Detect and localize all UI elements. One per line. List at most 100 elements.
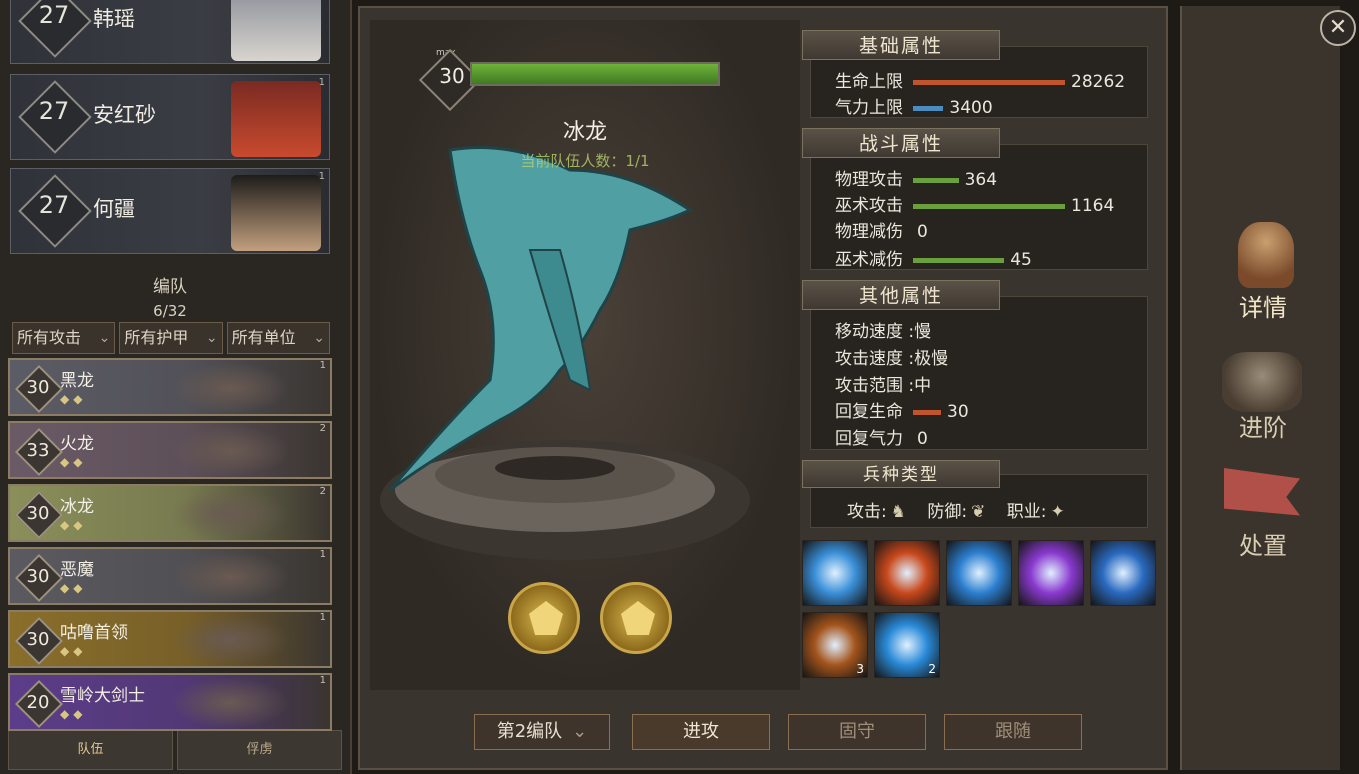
filter-label: 所有攻击 (17, 328, 82, 347)
unit-name: 恶魔 (60, 560, 94, 580)
unit-name: 雪岭大剑士 (60, 686, 145, 706)
unit-list-item[interactable]: 30 咕噜首领 ◆◆ 1 (8, 610, 332, 668)
follow-button[interactable]: 跟随 (944, 714, 1082, 750)
combat-stats-box: 物理攻击 364 巫术攻击 1164 物理减伤 0 巫术减伤 45 (810, 144, 1148, 270)
other-stats-header: 其他属性 (802, 280, 1000, 310)
hp-regen-row: 回复生命 30 (835, 397, 969, 422)
advance-button[interactable]: 进阶 (1215, 408, 1311, 443)
ice-crystal-icon[interactable] (802, 540, 868, 606)
unit-name: 冰龙 (562, 120, 607, 145)
unit-portrait (170, 488, 290, 540)
hero-portrait (231, 0, 321, 61)
hero-card[interactable]: 27 何疆 1 (10, 168, 330, 254)
purple-spirit-icon[interactable] (1018, 540, 1084, 606)
hero-name: 韩瑶 (93, 7, 135, 31)
unit-portrait (170, 677, 290, 729)
hero-card[interactable]: 27 安红砂 1 (10, 74, 330, 160)
star-gems-icon: ◆◆ (60, 644, 87, 658)
unit-list-item[interactable]: 30 冰龙 ◆◆ 2 (8, 484, 332, 542)
bottom-tabs: 队伍 俘虏 (8, 730, 342, 770)
tab-prisoners[interactable]: 俘虏 (177, 730, 342, 770)
star-gems-icon: ◆◆ (60, 392, 87, 406)
attack-type-label: 攻击: (847, 502, 887, 522)
unit-portrait (170, 614, 290, 666)
unit-corner-number: 1 (319, 675, 326, 686)
attack-button[interactable]: 进攻 (632, 714, 770, 750)
wings-shield-icon: ❦ (971, 502, 986, 522)
attack-speed-row: 攻击速度 :极慢 (835, 349, 949, 369)
stat-bar (913, 409, 941, 415)
job-type-label: 职业: (1006, 502, 1047, 522)
close-button[interactable]: ✕ (1320, 10, 1356, 46)
armor-icon (1222, 352, 1302, 412)
unit-portrait (170, 551, 290, 603)
filter-label: 所有护甲 (124, 328, 189, 347)
ram-helmet-icon[interactable]: 3 (802, 612, 868, 678)
unit-corner-number: 1 (319, 612, 326, 623)
physical-reduction-row: 物理减伤 0 (835, 217, 928, 242)
stat-label: 回复生命 (835, 402, 903, 422)
unit-name: 冰龙 (60, 497, 94, 517)
unit-level: 33 (26, 440, 50, 461)
hold-button[interactable]: 固守 (788, 714, 926, 750)
unit-list-item[interactable]: 33 火龙 ◆◆ 2 (8, 421, 332, 479)
star-gems-icon: ◆◆ (60, 518, 87, 532)
unit-corner-number: 1 (319, 549, 326, 560)
soldier-icon (1238, 222, 1294, 288)
stat-value: 30 (947, 402, 969, 422)
chevron-down-icon: ⌄ (313, 330, 325, 346)
pentagon-emblem-icon (621, 601, 655, 635)
attack-range-row: 攻击范围 :中 (835, 376, 932, 396)
equipment-slot[interactable] (508, 582, 580, 654)
unit-list-item[interactable]: 20 雪岭大剑士 ◆◆ 1 (8, 673, 332, 731)
tab-team[interactable]: 队伍 (8, 730, 173, 770)
dispose-button[interactable]: 处置 (1215, 526, 1311, 561)
chevron-down-icon: ⌄ (205, 330, 218, 346)
ice-wolf-icon[interactable] (946, 540, 1012, 606)
defense-type-label: 防御: (927, 502, 968, 522)
stat-label: 回复气力 (835, 429, 903, 449)
hero-name: 何疆 (93, 197, 135, 221)
stat-label: 物理攻击 (835, 170, 903, 190)
unit-corner-number: 2 (319, 486, 326, 497)
mp-regen-row: 回复气力 0 (835, 424, 928, 449)
pentagon-emblem-icon (529, 601, 563, 635)
stat-value: 364 (964, 170, 998, 190)
unit-name: 咕噜首领 (60, 623, 128, 643)
mp-row: 气力上限 3400 (835, 93, 993, 118)
stat-label: 巫术攻击 (835, 196, 903, 216)
other-stats-box: 移动速度 :慢 攻击速度 :极慢 攻击范围 :中 回复生命 30 回复气力 0 (810, 296, 1148, 450)
filter-label: 所有单位 (231, 328, 296, 347)
unit-filter-dropdown[interactable]: 所有单位 ⌄ (226, 322, 330, 354)
stat-bar (913, 79, 1065, 85)
hp-bar-fill (472, 64, 718, 84)
troop-type-header: 兵种类型 (802, 460, 1000, 488)
stat-bar (913, 105, 944, 111)
hero-portrait (231, 81, 321, 157)
dragon-head-icon: ✦ (1050, 502, 1065, 522)
stat-label: 生命上限 (835, 72, 903, 92)
hero-card[interactable]: 27 韩瑶 (10, 0, 330, 64)
unit-list-item[interactable]: 30 黑龙 ◆◆ 1 (8, 358, 332, 416)
unit-corner-number: 1 (319, 360, 326, 371)
physical-attack-row: 物理攻击 364 (835, 165, 997, 190)
chevron-down-icon: ⌄ (572, 721, 588, 742)
fire-dragon-icon[interactable] (874, 540, 940, 606)
unit-corner-number: 2 (319, 423, 326, 434)
stat-label: 气力上限 (835, 98, 903, 118)
stat-bar (913, 203, 1065, 209)
team-count-text: 当前队伍人数：1/1 (520, 152, 650, 170)
blue-ring-icon[interactable] (1090, 540, 1156, 606)
move-speed-row: 移动速度 :慢 (835, 322, 932, 342)
star-gems-icon: ◆◆ (60, 581, 87, 595)
shield-rune-icon[interactable]: 2 (874, 612, 940, 678)
stat-label: 物理减伤 (835, 222, 903, 242)
unit-list-item[interactable]: 30 恶魔 ◆◆ 1 (8, 547, 332, 605)
equipment-slot[interactable] (600, 582, 672, 654)
details-button[interactable]: 详情 (1215, 288, 1311, 323)
armor-filter-dropdown[interactable]: 所有护甲 ⌄ (119, 322, 223, 354)
formation-count: 6/32 (153, 302, 187, 320)
unit-level: 30 (26, 377, 50, 398)
attack-filter-dropdown[interactable]: 所有攻击 ⌄ (12, 322, 116, 354)
team-select-dropdown[interactable]: 第2编队 ⌄ (474, 714, 610, 750)
